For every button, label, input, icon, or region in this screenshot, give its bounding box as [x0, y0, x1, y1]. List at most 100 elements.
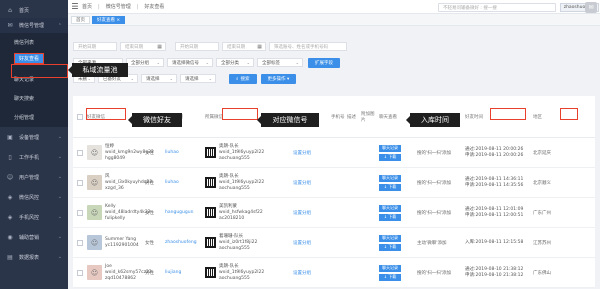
sidebar-item-users[interactable]: ☺ 用户管理 ⌄ — [0, 167, 68, 187]
sidebar-item-label: 聊天搜索 — [14, 96, 35, 102]
header-images: 附加图片 — [361, 111, 375, 123]
top-search-input[interactable]: 不轻易问输备微好 : 搜一搜 — [438, 3, 556, 12]
set-group-link[interactable]: 设置分组 — [291, 198, 329, 227]
chevron-down-icon: ⌄ — [57, 234, 62, 240]
friend-gender: 男性 — [145, 270, 154, 276]
set-group-link[interactable]: 设置分组 — [291, 168, 329, 197]
chat-history-button[interactable]: 聊天记录 — [379, 144, 401, 152]
row-checkbox[interactable] — [77, 269, 83, 276]
row-checkbox[interactable] — [77, 149, 83, 156]
filter-panel: 开始日期 结束日期▦ 开始日期 结束日期▦ 筛选账号、姓名或手机号码 全部来源⌄… — [73, 30, 595, 90]
sidebar-item-label: 微信列表 — [14, 40, 35, 46]
row-checkbox[interactable] — [77, 179, 83, 186]
agent-link[interactable]: liujiang — [163, 258, 203, 287]
add-start-date-input[interactable]: 开始日期 — [175, 42, 219, 51]
option-select-a[interactable]: 请选择 ⌄ — [141, 74, 177, 83]
agent-link[interactable]: liuhao — [163, 138, 203, 167]
sidebar-item-home[interactable]: ⌂ 首页 — [0, 3, 68, 18]
sidebar-item-chat-search[interactable]: 聊天搜索 — [0, 89, 68, 108]
annotation-box-friends — [11, 64, 68, 78]
chevron-down-icon: ⌄ — [130, 76, 134, 81]
wechat-icon[interactable]: ✉ — [585, 2, 597, 13]
option-select-b-value: 请选择 — [185, 76, 199, 82]
option-select-b[interactable]: 请选择 ⌄ — [180, 74, 216, 83]
own-wechat-alias: aochuang555 — [219, 245, 250, 251]
add-end-date-input[interactable]: 结束日期 ▦ — [222, 42, 266, 51]
calendar-icon: ▦ — [257, 43, 262, 50]
friend-region: 广东广州 — [533, 210, 551, 216]
keyword-input[interactable]: 筛选账号、姓名或手机号码 — [269, 42, 347, 51]
friend-gender: 女性 — [145, 150, 154, 156]
table-row: ☺ Summer Yang yc1192901004 女性 zhaoshuofe… — [73, 228, 595, 258]
sidebar-item-label: 辅助营销 — [19, 234, 40, 241]
sidebar-item-phone-risk[interactable]: ◈ 手机风控 ⌄ — [0, 207, 68, 227]
select-all-checkbox[interactable] — [77, 113, 83, 120]
sidebar-item-devices[interactable]: ▣ 设备管理 ⌄ — [0, 127, 68, 147]
set-group-link[interactable]: 设置分组 — [291, 228, 329, 257]
tab-friends[interactable]: 好友查看 × — [92, 15, 126, 24]
sidebar-item-label: 首页 — [19, 8, 30, 14]
breadcrumb-wechat-mgmt[interactable]: 微信号管理 — [106, 3, 131, 10]
table-row: ☺ Joe wxid_k62smy57cz22 zqd10478862 男性 l… — [73, 258, 595, 288]
chat-history-button[interactable]: 聊天记录 — [379, 264, 401, 272]
avatar: ☺ — [87, 175, 102, 190]
time-line-2: 申请:2019-08-11 12:00:51 — [465, 212, 524, 218]
sidebar-item-marketing[interactable]: ◉ 辅助营销 ⌄ — [0, 227, 68, 247]
wechat-account-select[interactable]: 请选择微信号 ⌄ — [167, 58, 213, 67]
search-button[interactable]: ⌕ 搜索 — [229, 73, 257, 84]
extend-fields-button[interactable]: 扩展字段 — [308, 57, 340, 68]
download-button[interactable]: ↓ 下载 — [379, 243, 401, 251]
breadcrumb-current: 好友查看 — [144, 4, 165, 10]
agent-link[interactable]: hangugugun — [163, 198, 203, 227]
sidebar-item-wechat-risk[interactable]: ◈ 微信风控 ⌄ — [0, 187, 68, 207]
more-actions-button[interactable]: 更多操作 ▾ — [260, 73, 297, 84]
menu-toggle-icon[interactable]: ☰ — [68, 2, 82, 11]
set-group-link[interactable]: 设置分组 — [291, 138, 329, 167]
sidebar-item-wechat-mgmt[interactable]: ✉ 微信号管理 ⌃ — [0, 18, 68, 33]
search-button-label: 搜索 — [240, 76, 250, 82]
agent-link[interactable]: zhaoshuofeng — [163, 228, 203, 257]
table-body: ☺ 恒婷 wxid_kmg9n2wy8u22 hgg8049 女性 liuhao… — [73, 138, 595, 288]
wechat-account-select-value: 请选择微信号 — [172, 60, 199, 66]
end-date-input[interactable]: 结束日期 ▦ — [120, 42, 166, 51]
phone-icon: ▯ — [8, 153, 12, 161]
chat-history-button[interactable]: 聊天记录 — [379, 234, 401, 242]
breadcrumb-home[interactable]: 首页 — [82, 3, 92, 10]
annotation-pool: 私域流量池 — [68, 63, 128, 77]
megaphone-icon: ◉ — [7, 233, 13, 241]
agent-link[interactable]: liuhao — [163, 168, 203, 197]
download-button[interactable]: ↓ 下载 — [379, 213, 401, 221]
friend-wxid: yc1192901004 — [105, 242, 139, 248]
end-date-placeholder: 结束日期 — [227, 44, 245, 50]
avatar: ☺ — [87, 145, 102, 160]
tab-bar: 首页 好友查看 × — [68, 14, 600, 26]
group-select-value: 全部分组 — [131, 60, 149, 66]
friend-gender: 女性 — [145, 240, 154, 246]
category-select[interactable]: 全部分类 ⌄ — [216, 58, 254, 67]
set-group-link[interactable]: 设置分组 — [291, 258, 329, 287]
sidebar-item-wechat-list[interactable]: 微信列表 — [0, 33, 68, 52]
home-icon: ⌂ — [8, 7, 12, 14]
tag-select-value: 全部标签 — [262, 60, 280, 66]
chat-history-button[interactable]: 聊天记录 — [379, 204, 401, 212]
sidebar-item-work-phone[interactable]: ▯ 工作手机 ⌄ — [0, 147, 68, 167]
shield-icon: ◈ — [7, 193, 13, 201]
chat-history-button[interactable]: 聊天记录 — [379, 174, 401, 182]
start-date-input[interactable]: 开始日期 — [73, 42, 117, 51]
sidebar-item-reports[interactable]: ▤ 数据报表 ⌄ — [0, 247, 68, 267]
group-select[interactable]: 全部分组 ⌄ — [126, 58, 164, 67]
tab-home[interactable]: 首页 — [71, 15, 90, 24]
row-checkbox[interactable] — [77, 239, 83, 246]
friend-gender: 男性 — [145, 180, 154, 186]
tag-select[interactable]: 全部标签 ⌄ — [257, 58, 303, 67]
friend-gender: 女性 — [145, 210, 154, 216]
download-button[interactable]: ↓ 下载 — [379, 153, 401, 161]
time-line-1: 入库:2019-08-11 12:15:58 — [465, 239, 524, 245]
annotation-time: 入库时间 — [406, 113, 460, 127]
download-button[interactable]: ↓ 下载 — [379, 273, 401, 281]
download-button[interactable]: ↓ 下载 — [379, 183, 401, 191]
chevron-down-icon: ⌄ — [156, 60, 160, 65]
row-checkbox[interactable] — [77, 209, 83, 216]
sidebar-item-group-mgmt[interactable]: 分组管理 — [0, 108, 68, 127]
friend-region: 北京延庆 — [533, 150, 551, 156]
